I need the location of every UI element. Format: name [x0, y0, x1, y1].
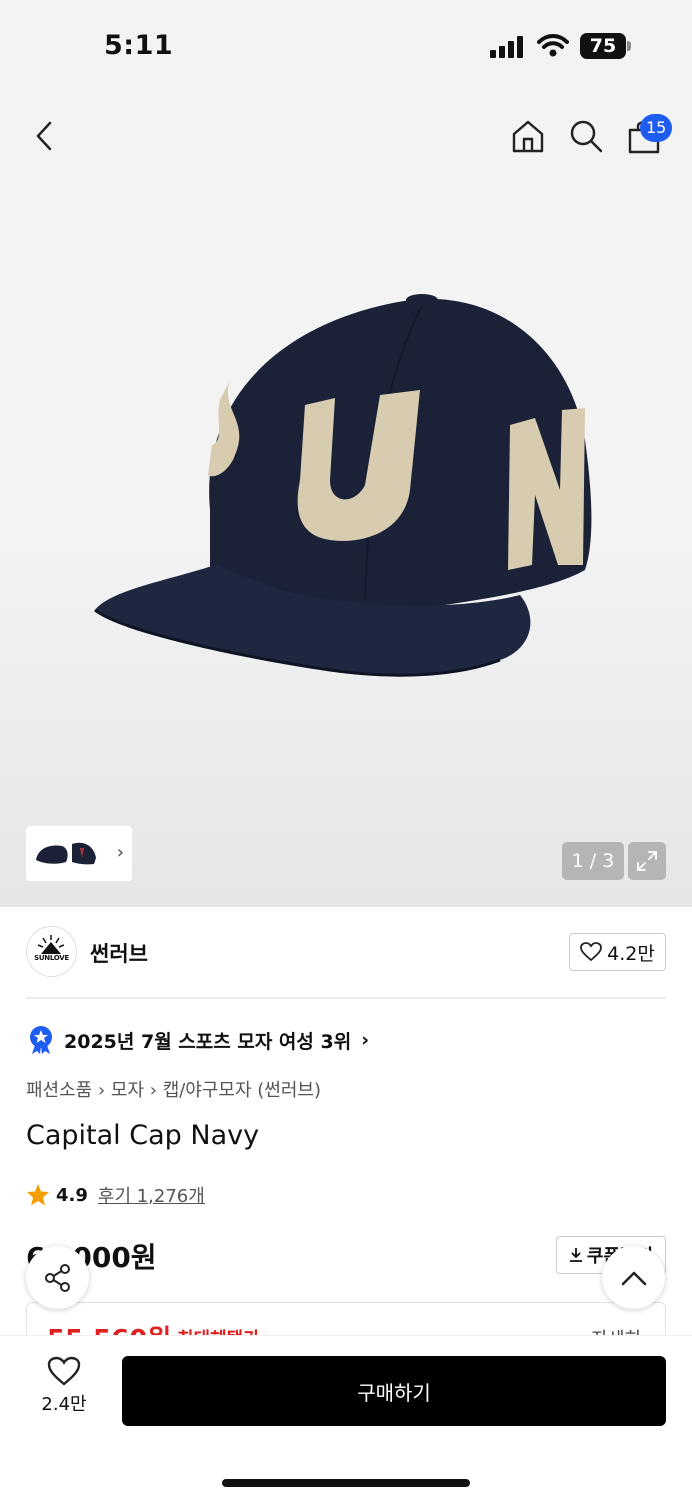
- brand-name[interactable]: 썬러브: [90, 938, 148, 968]
- search-button[interactable]: [563, 113, 609, 159]
- product-image: [94, 294, 592, 677]
- search-icon: [570, 120, 603, 153]
- bottom-action-bar: 2.4만 구매하기: [0, 1335, 692, 1500]
- home-button[interactable]: [505, 113, 551, 159]
- cart-count-badge: 15: [640, 114, 673, 142]
- star-icon: [27, 1184, 49, 1206]
- award-badge-icon: [30, 1026, 52, 1054]
- ranking-link[interactable]: 2025년 7월 스포츠 모자 여성 3위 ›: [28, 1024, 369, 1056]
- product-title: Capital Cap Navy: [26, 1120, 260, 1151]
- breadcrumb: 패션소품 › 모자 › 캡/야구모자 (썬러브): [26, 1076, 321, 1102]
- rating-row: 4.9 후기 1,276개: [26, 1182, 205, 1208]
- breadcrumb-item[interactable]: 캡/야구모자 (썬러브): [163, 1080, 321, 1101]
- download-icon: [569, 1248, 582, 1262]
- rating-value: 4.9: [56, 1184, 88, 1206]
- battery-level: 75: [589, 35, 617, 57]
- chevron-right-icon: ›: [97, 1080, 111, 1101]
- expand-icon: [637, 851, 657, 871]
- chevron-left-icon: [36, 121, 52, 151]
- thumbnail-strip[interactable]: ›: [26, 826, 132, 881]
- breadcrumb-item[interactable]: 패션소품: [26, 1080, 92, 1101]
- brand-like-button[interactable]: 4.2만: [569, 933, 666, 971]
- heart-icon: [580, 942, 603, 962]
- brand-like-count: 4.2만: [607, 942, 655, 965]
- brand-logo[interactable]: SUNLOVE: [26, 926, 77, 977]
- ranking-text: 2025년 7월 스포츠 모자 여성 3위: [64, 1030, 352, 1053]
- wishlist-count: 2.4만: [41, 1394, 87, 1415]
- share-button[interactable]: [26, 1246, 89, 1309]
- divider: [26, 997, 666, 999]
- brand-row: SUNLOVE 썬러브 4.2만: [26, 926, 666, 978]
- buy-button[interactable]: 구매하기: [122, 1356, 666, 1426]
- back-button[interactable]: [22, 113, 68, 159]
- status-time: 5:11: [104, 30, 174, 61]
- review-count-link[interactable]: 후기 1,276개: [98, 1182, 205, 1208]
- scroll-top-button[interactable]: [602, 1246, 665, 1309]
- breadcrumb-item[interactable]: 모자: [111, 1080, 144, 1101]
- wishlist-button[interactable]: 2.4만: [28, 1356, 100, 1426]
- status-bar: 5:11 75: [0, 0, 692, 95]
- share-icon: [44, 1263, 70, 1292]
- brand-logo-text: SUNLOVE: [34, 954, 69, 962]
- chevron-right-icon: ›: [116, 842, 124, 863]
- heart-icon: [47, 1356, 81, 1386]
- wifi-icon: [537, 34, 569, 57]
- top-nav-bar: [0, 108, 692, 168]
- chevron-right-icon: ›: [361, 1029, 370, 1051]
- battery-indicator: 75: [580, 33, 631, 59]
- home-indicator: [222, 1479, 470, 1487]
- thumbnail-image: [36, 842, 96, 864]
- fullscreen-button[interactable]: [628, 842, 666, 880]
- image-counter: 1 / 3: [562, 842, 624, 880]
- home-icon: [512, 120, 544, 153]
- chevron-up-icon: [621, 1271, 646, 1285]
- cellular-signal-icon: [490, 36, 528, 58]
- chevron-right-icon: ›: [149, 1080, 163, 1101]
